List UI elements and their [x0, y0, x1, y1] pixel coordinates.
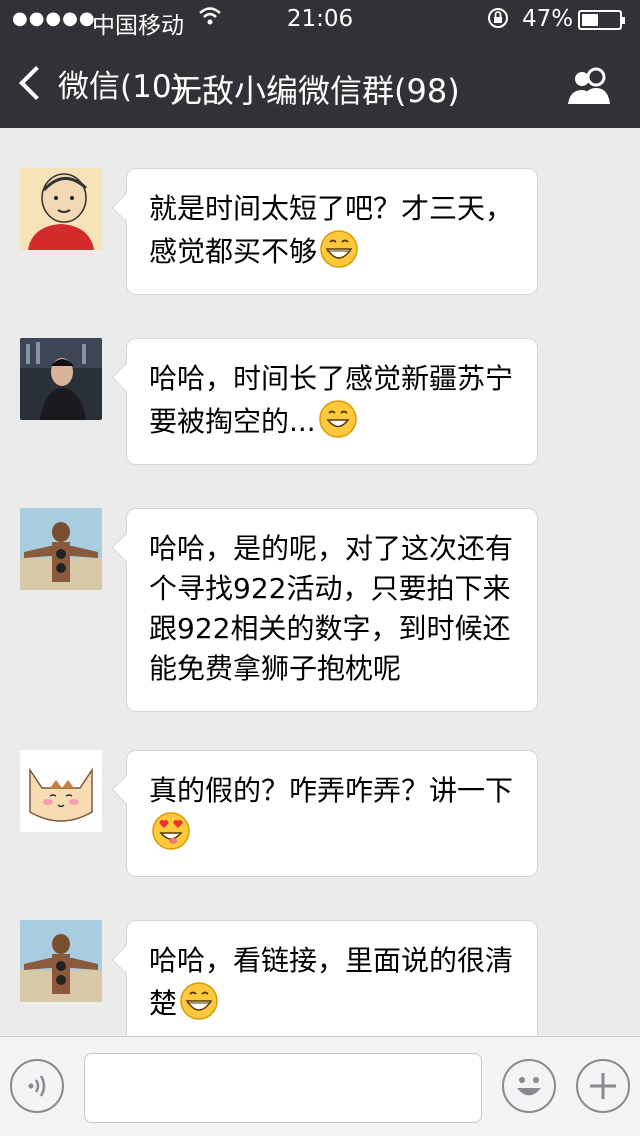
message-bubble[interactable]: 哈哈，时间长了感觉新疆苏宁要被掏空的...: [126, 338, 538, 465]
message-bubble[interactable]: 真的假的？咋弄咋弄？讲一下: [126, 750, 538, 877]
top-bar: ●●●●● 中国移动 21:06 47% 微信(10) 无敌小编微信群(98): [0, 0, 640, 128]
grinning-emoji-icon: [320, 230, 358, 268]
message-text: 真的假的？咋弄咋弄？讲一下: [149, 774, 514, 807]
message-input[interactable]: [84, 1053, 482, 1123]
rotation-lock-icon: [486, 6, 510, 35]
voice-button[interactable]: [10, 1059, 64, 1113]
emoji-button[interactable]: [502, 1059, 556, 1113]
input-bar: [0, 1036, 640, 1136]
back-label: 微信(10): [58, 68, 184, 105]
plus-button[interactable]: [576, 1059, 630, 1113]
avatar[interactable]: [20, 168, 102, 250]
avatar[interactable]: [20, 508, 102, 590]
voice-icon: [28, 1075, 46, 1097]
message-bubble[interactable]: 就是时间太短了吧？才三天，感觉都买不够: [126, 168, 538, 295]
plus-icon: [590, 1073, 616, 1099]
heart-eyes-emoji-icon: [152, 812, 190, 850]
avatar[interactable]: [20, 338, 102, 420]
message-bubble[interactable]: 哈哈，是的呢，对了这次还有个寻找922活动，只要拍下来跟922相关的数字，到时候…: [126, 508, 538, 712]
battery-percent: 47%: [522, 6, 574, 32]
chevron-left-icon: [19, 66, 53, 100]
message-text: 哈哈，是的呢，对了这次还有个寻找922活动，只要拍下来跟922相关的数字，到时候…: [149, 532, 514, 685]
page-title: 无敌小编微信群(98): [170, 72, 460, 110]
emoji-icon: [517, 1077, 541, 1096]
avatar[interactable]: [20, 920, 102, 1002]
grinning-emoji-icon: [180, 982, 218, 1020]
battery-icon: [578, 10, 625, 30]
smiling-emoji-icon: [318, 400, 357, 438]
avatar[interactable]: [20, 750, 102, 832]
members-icon[interactable]: [566, 66, 614, 106]
message-bubble[interactable]: 哈哈，看链接，里面说的很清楚: [126, 920, 538, 1036]
status-bar: ●●●●● 中国移动 21:06 47%: [0, 0, 640, 40]
chat-list[interactable]: 就是时间太短了吧？才三天，感觉都买不够 哈哈，时间长了感觉新疆苏宁要被掏空的..…: [0, 128, 640, 1036]
nav-bar: 微信(10) 无敌小编微信群(98): [0, 40, 640, 128]
back-button[interactable]: 微信(10): [14, 58, 184, 108]
